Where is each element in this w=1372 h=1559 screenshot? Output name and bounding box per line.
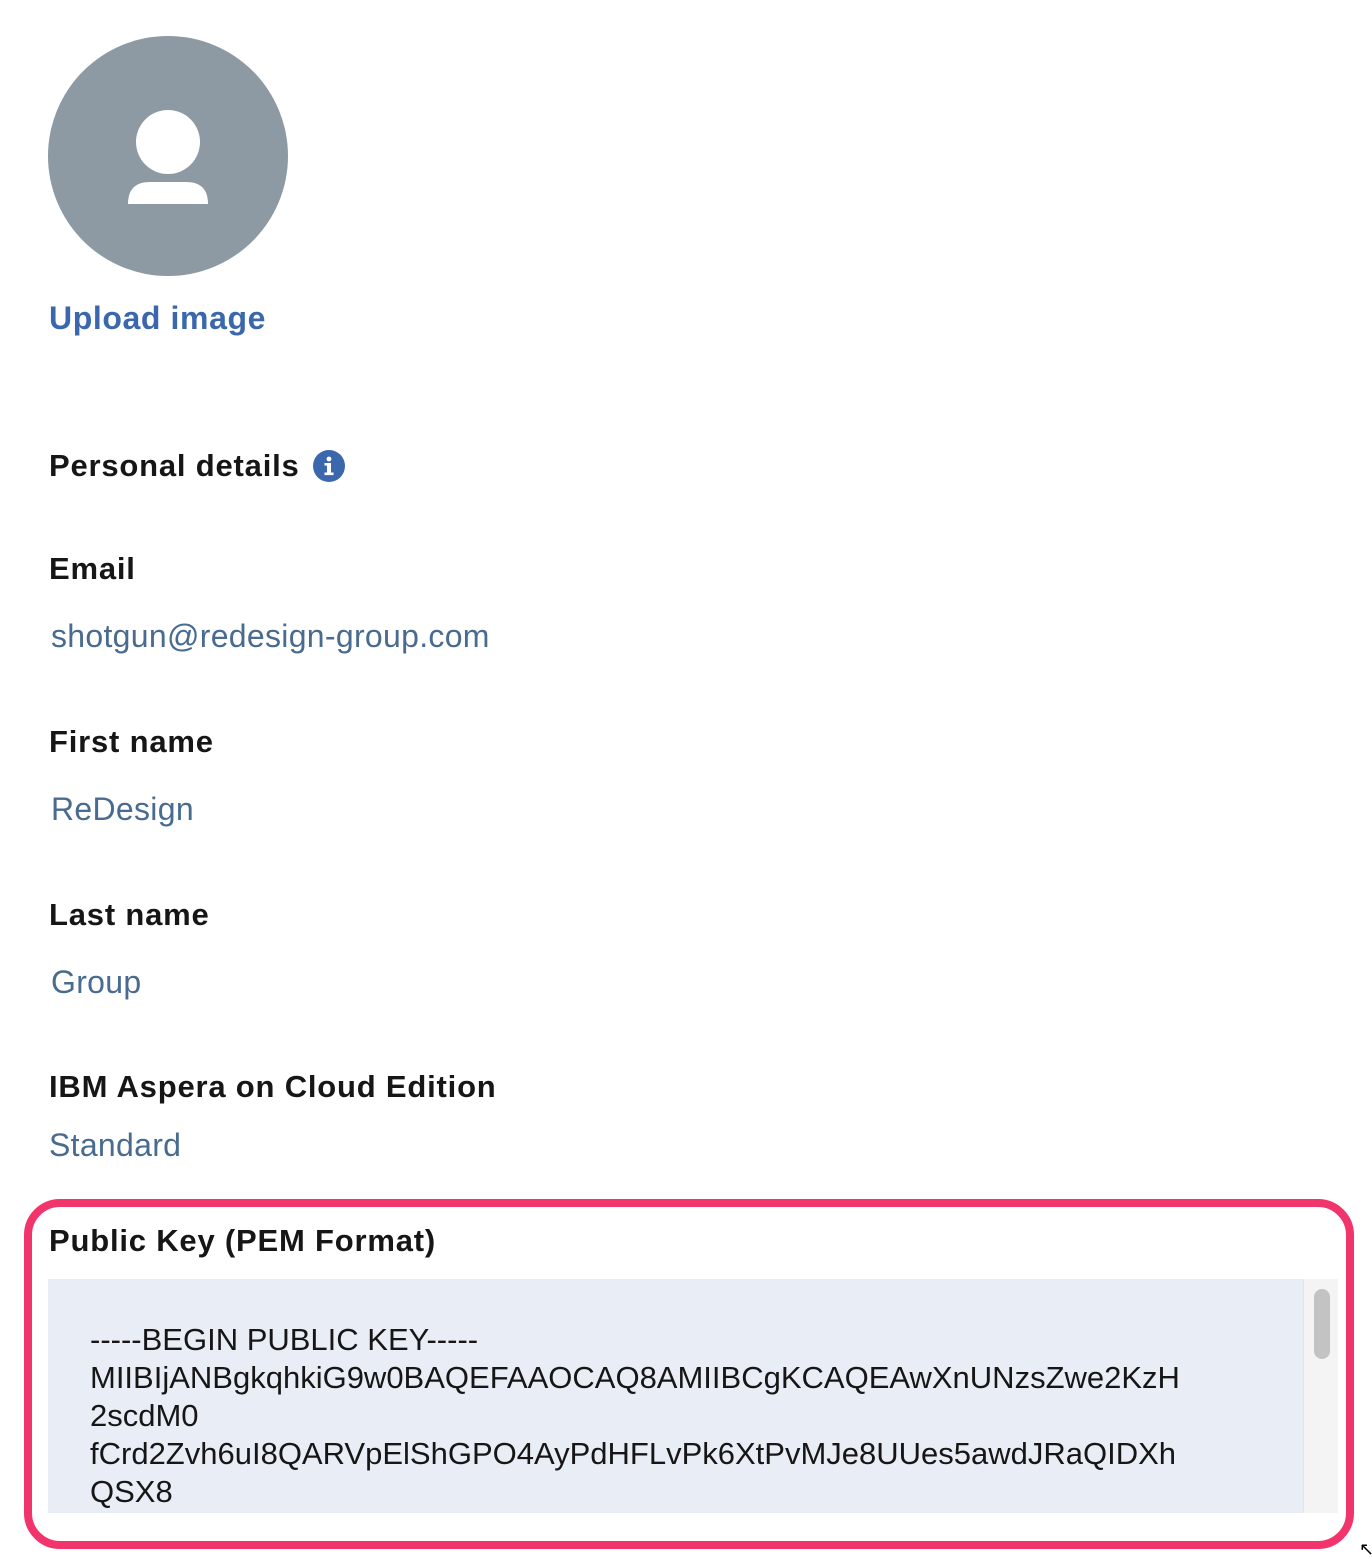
- last-name-label: Last name: [49, 897, 210, 932]
- public-key-text[interactable]: -----BEGIN PUBLIC KEY----- MIIBIjANBgkqh…: [90, 1321, 1290, 1511]
- cursor-icon: ↖: [1359, 1539, 1372, 1559]
- last-name-value: Group: [51, 964, 142, 1000]
- first-name-label: First name: [49, 724, 214, 759]
- email-value: shotgun@redesign-group.com: [51, 618, 490, 654]
- user-icon: [128, 110, 208, 204]
- pem-scrollbar-thumb[interactable]: [1314, 1289, 1330, 1359]
- pem-scrollbar[interactable]: [1303, 1279, 1338, 1513]
- public-key-label: Public Key (PEM Format): [49, 1223, 437, 1258]
- public-key-textarea[interactable]: -----BEGIN PUBLIC KEY----- MIIBIjANBgkqh…: [48, 1279, 1338, 1513]
- email-label: Email: [49, 551, 136, 586]
- edition-label: IBM Aspera on Cloud Edition: [49, 1069, 497, 1104]
- info-icon[interactable]: [312, 449, 346, 483]
- edition-value: Standard: [49, 1127, 182, 1163]
- upload-image-link[interactable]: Upload image: [49, 300, 266, 337]
- personal-details-title: Personal details: [49, 448, 300, 483]
- personal-details-heading: Personal details: [49, 448, 346, 484]
- avatar: [48, 36, 288, 276]
- first-name-value: ReDesign: [51, 791, 194, 827]
